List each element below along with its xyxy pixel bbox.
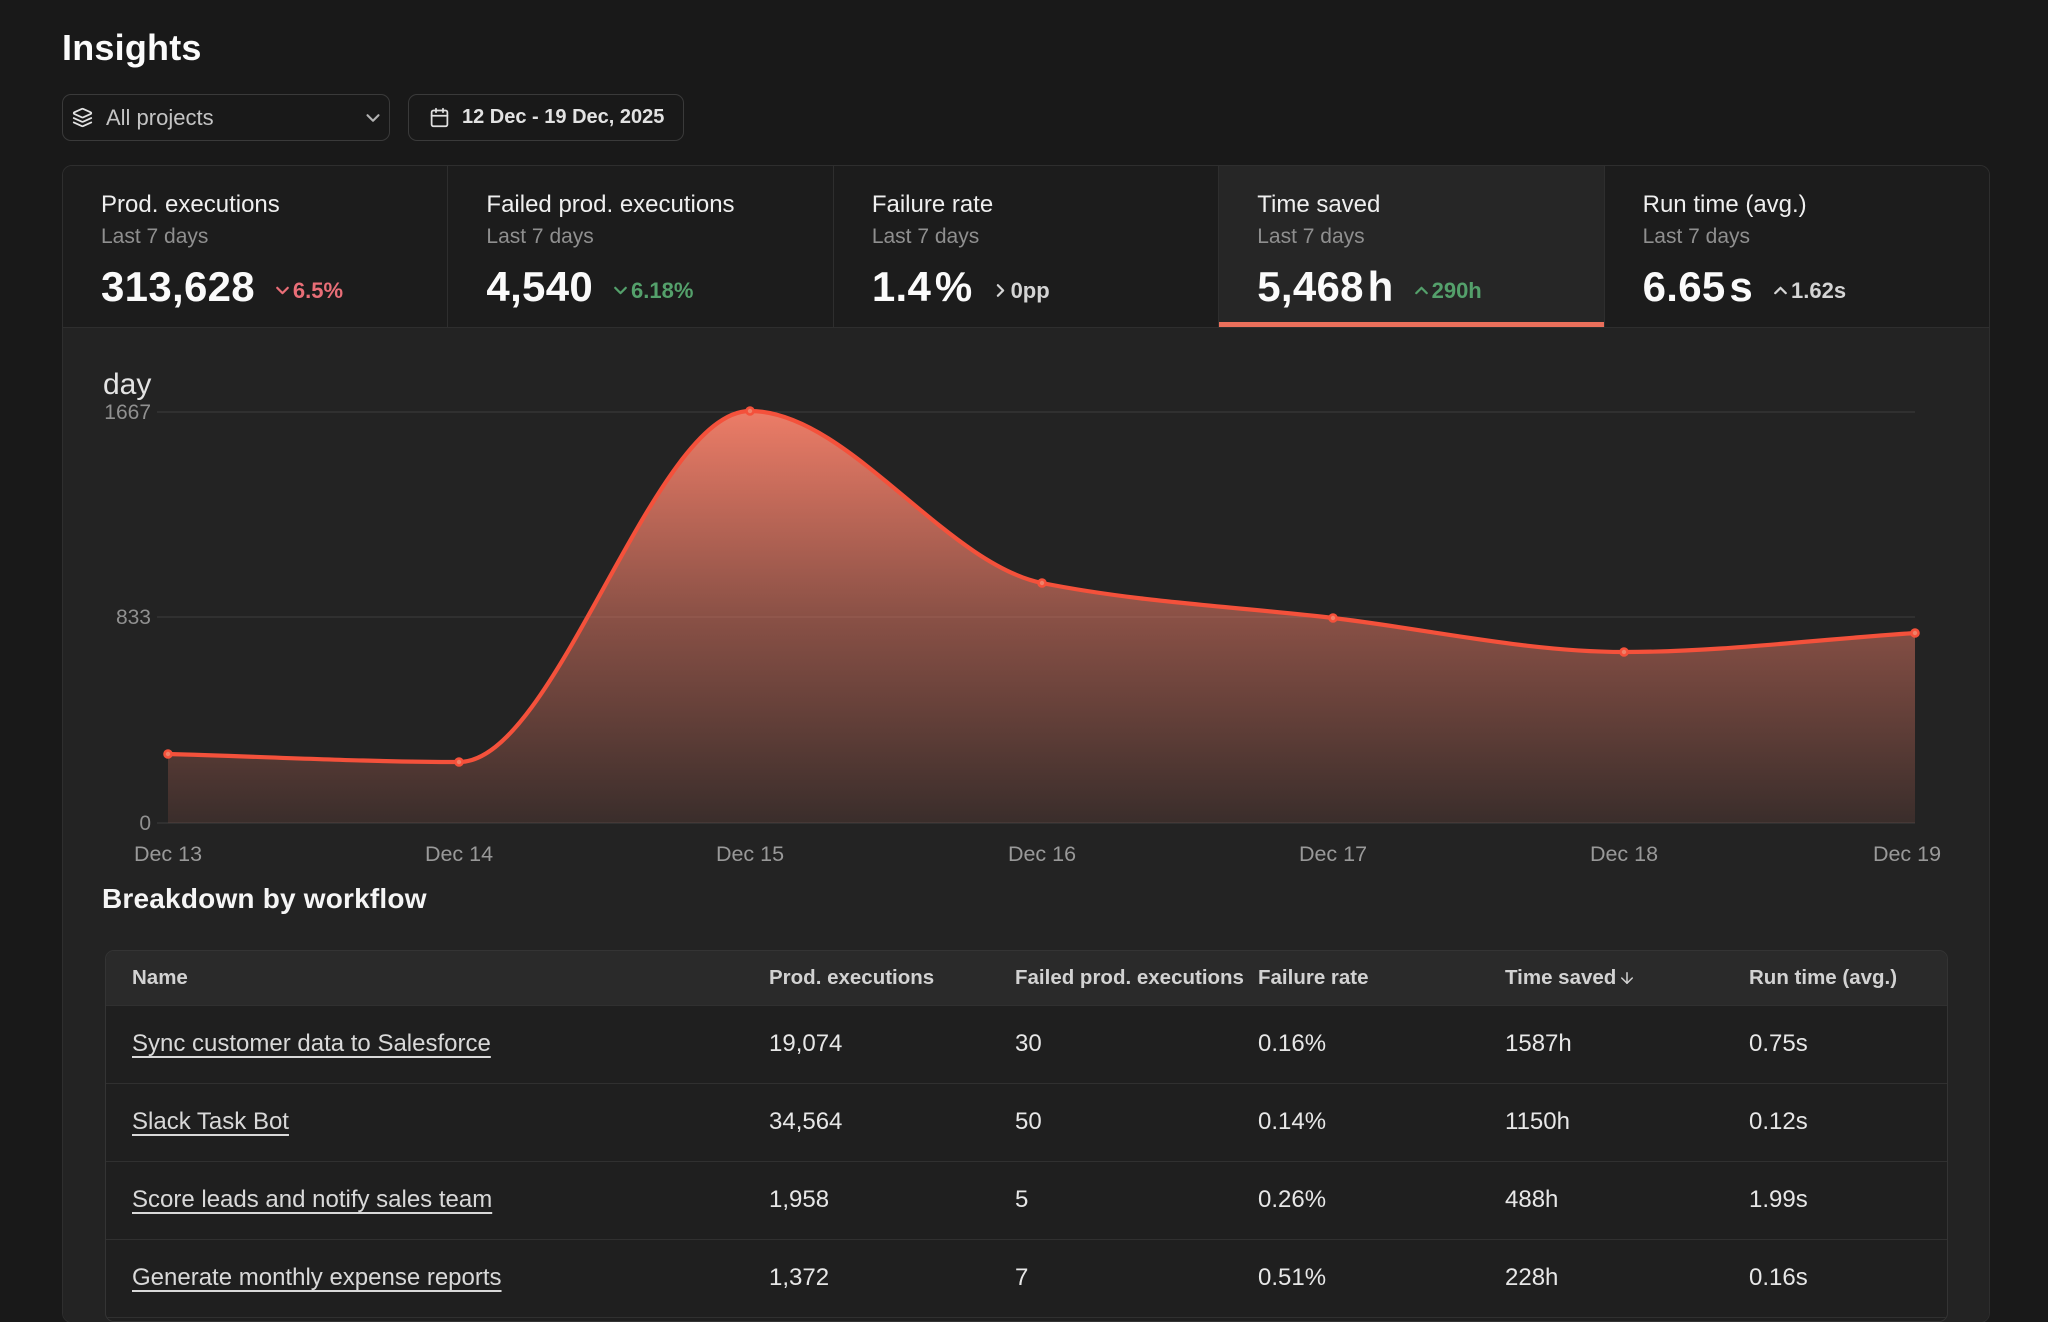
svg-text:1667: 1667 (104, 401, 151, 424)
svg-text:Dec 16: Dec 16 (1008, 842, 1076, 866)
svg-text:Dec 17: Dec 17 (1299, 842, 1367, 866)
svg-text:0: 0 (139, 812, 151, 835)
svg-text:Dec 18: Dec 18 (1590, 842, 1658, 866)
svg-text:Dec 19: Dec 19 (1873, 842, 1941, 866)
svg-text:Dec 15: Dec 15 (716, 842, 784, 866)
svg-text:833: 833 (116, 606, 151, 629)
svg-text:Dec 13: Dec 13 (134, 842, 202, 866)
svg-text:Dec 14: Dec 14 (425, 842, 493, 866)
svg-text:day: day (103, 368, 151, 401)
